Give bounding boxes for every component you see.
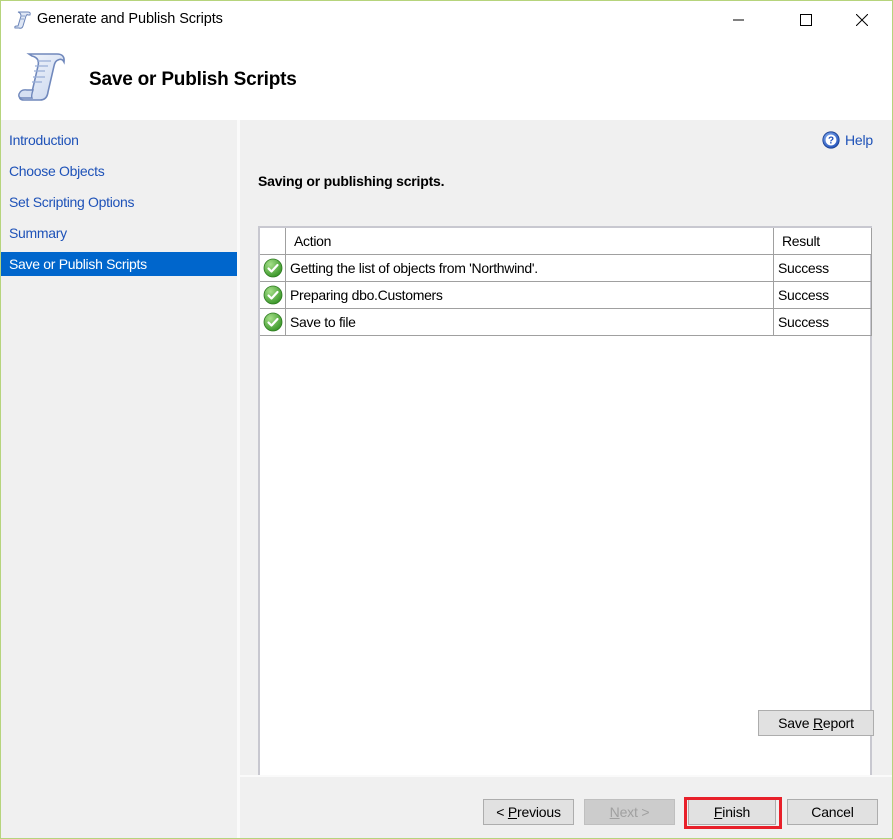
- cancel-button[interactable]: Cancel: [787, 799, 878, 825]
- close-icon: [856, 14, 868, 26]
- finish-label-post: inish: [722, 804, 751, 820]
- status-cell: [260, 255, 286, 282]
- previous-button[interactable]: < Previous: [483, 799, 574, 825]
- success-check-icon: [263, 312, 283, 332]
- wizard-window: Generate and Publish Scripts Save or Pub…: [0, 0, 893, 839]
- action-cell: Preparing dbo.Customers: [286, 282, 774, 309]
- sidebar-item-introduction[interactable]: Introduction: [1, 128, 237, 152]
- success-check-icon: [263, 258, 283, 278]
- result-cell: Success: [774, 255, 872, 282]
- maximize-button[interactable]: [783, 1, 829, 39]
- minimize-button[interactable]: [716, 1, 762, 39]
- script-scroll-icon: [18, 53, 65, 101]
- next-button[interactable]: Next >: [584, 799, 675, 825]
- help-label: Help: [845, 132, 873, 148]
- save-report-button[interactable]: Save Report: [758, 710, 874, 736]
- save-report-label-pre: Save: [778, 715, 813, 731]
- minimize-icon: [733, 19, 744, 21]
- help-icon: ?: [822, 131, 840, 149]
- sidebar-item-set-scripting-options[interactable]: Set Scripting Options: [1, 190, 237, 214]
- table-row[interactable]: Preparing dbo.Customers Success: [260, 282, 872, 309]
- wizard-header: Save or Publish Scripts: [1, 39, 892, 120]
- svg-text:?: ?: [828, 136, 834, 147]
- result-cell: Success: [774, 282, 872, 309]
- action-cell: Getting the list of objects from 'Northw…: [286, 255, 774, 282]
- sidebar-item-choose-objects[interactable]: Choose Objects: [1, 159, 237, 183]
- script-scroll-icon: [14, 11, 31, 29]
- window-title: Generate and Publish Scripts: [37, 11, 223, 27]
- table-header: Action Result: [260, 228, 872, 255]
- action-cell: Save to file: [286, 309, 774, 336]
- status-heading: Saving or publishing scripts.: [258, 173, 445, 189]
- save-report-label-post: eport: [822, 715, 854, 731]
- previous-label-pre: <: [496, 804, 508, 820]
- sidebar-item-summary[interactable]: Summary: [1, 221, 237, 245]
- status-cell: [260, 282, 286, 309]
- page-title: Save or Publish Scripts: [89, 69, 297, 90]
- help-link[interactable]: ? Help: [822, 131, 873, 149]
- result-cell: Success: [774, 309, 872, 336]
- wizard-steps-sidebar: Introduction Choose Objects Set Scriptin…: [1, 120, 237, 838]
- previous-label-post: revious: [517, 804, 561, 820]
- table-row[interactable]: Save to file Success: [260, 309, 872, 336]
- table-row[interactable]: Getting the list of objects from 'Northw…: [260, 255, 872, 282]
- wizard-footer: < Previous Next > Finish Cancel: [240, 777, 892, 838]
- save-report-accelerator: R: [812, 715, 823, 731]
- main-content: ? Help Saving or publishing scripts. Act…: [240, 120, 892, 799]
- sidebar-item-save-or-publish-scripts[interactable]: Save or Publish Scripts: [1, 252, 237, 276]
- maximize-icon: [800, 14, 812, 26]
- next-accelerator: N: [609, 804, 620, 820]
- column-header-action[interactable]: Action: [286, 228, 774, 255]
- next-label-post: ext >: [619, 804, 650, 820]
- finish-button[interactable]: Finish: [688, 799, 776, 825]
- column-header-result[interactable]: Result: [774, 228, 872, 255]
- status-cell: [260, 309, 286, 336]
- previous-accelerator: P: [507, 804, 518, 820]
- close-button[interactable]: [839, 1, 885, 39]
- success-check-icon: [263, 285, 283, 305]
- title-bar: Generate and Publish Scripts: [1, 1, 892, 39]
- column-header-status: [260, 228, 286, 255]
